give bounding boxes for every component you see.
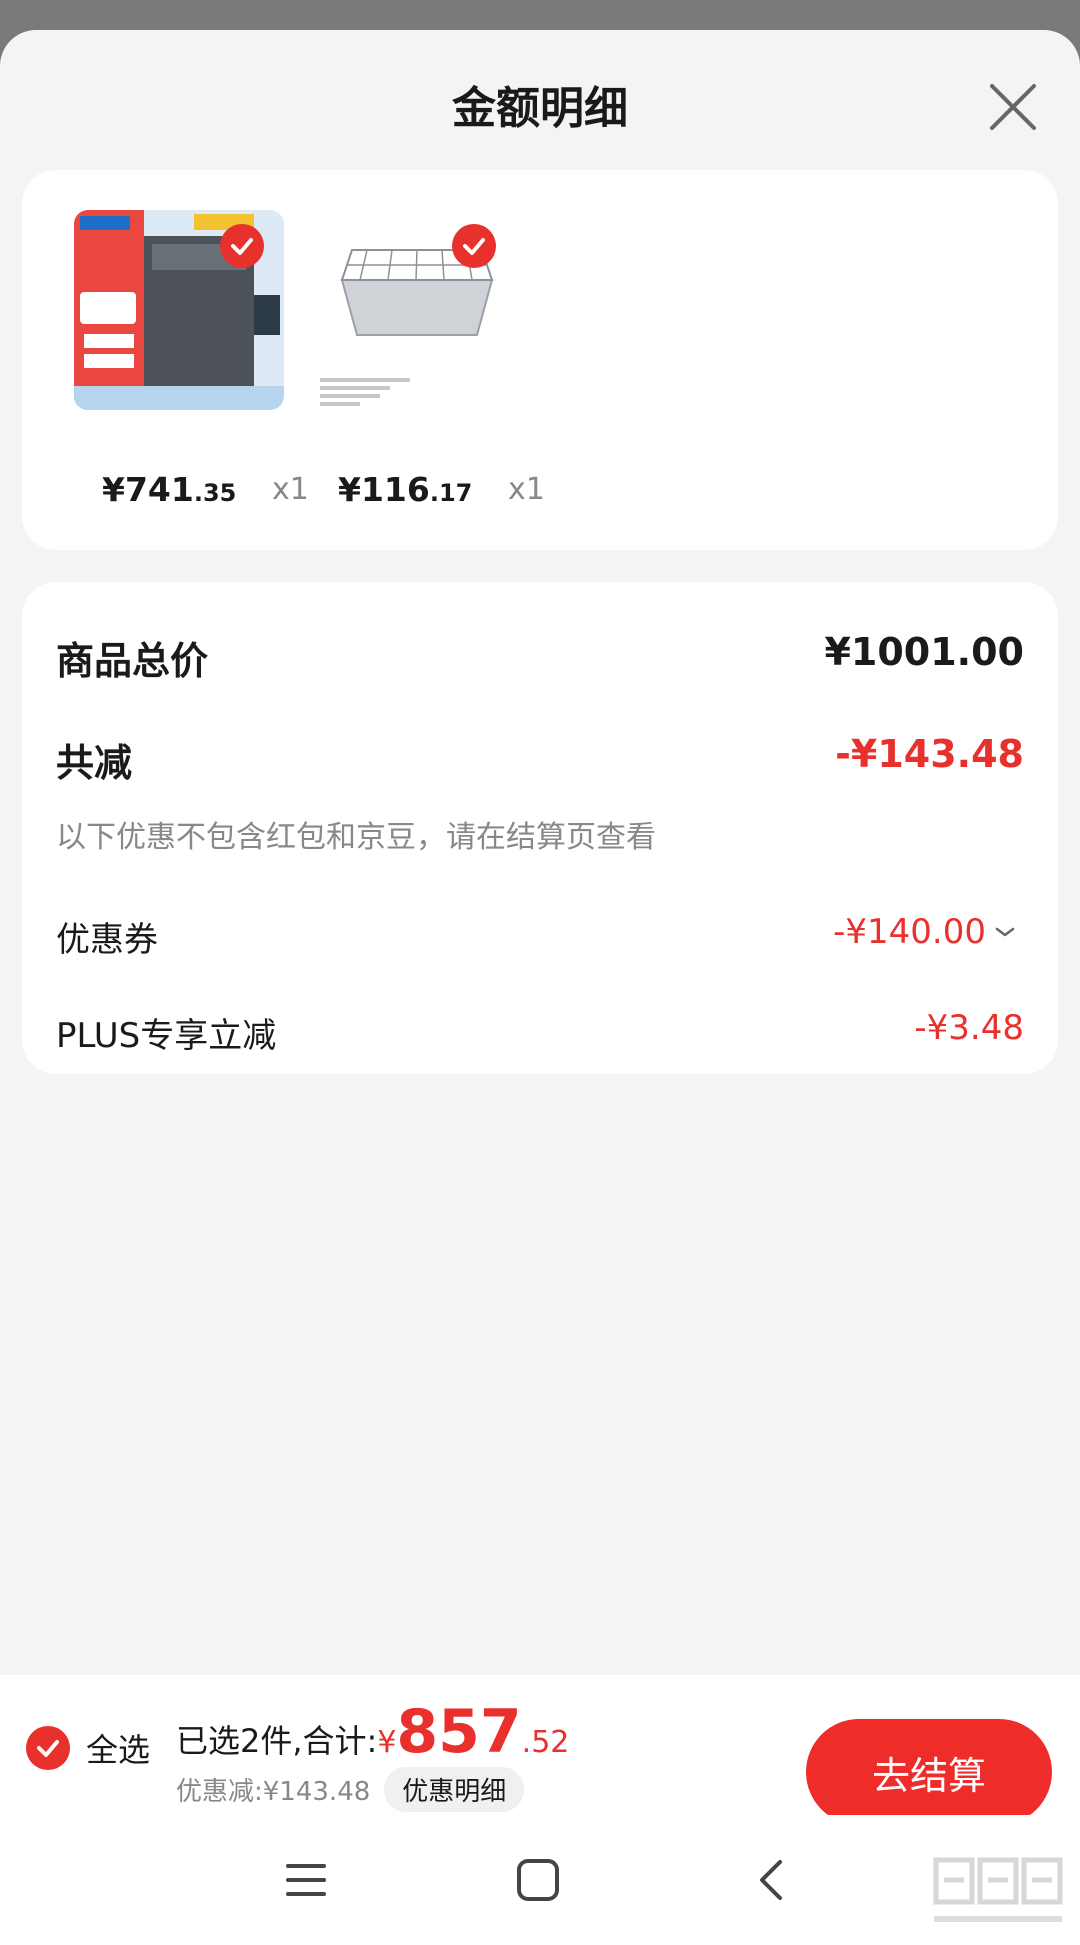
sheet-header: 金额明细: [0, 30, 1080, 172]
close-button[interactable]: [986, 80, 1040, 134]
total-currency: ¥: [377, 1725, 397, 1760]
selected-total: 已选2件,合计:¥857.52: [176, 1697, 569, 1767]
amount-detail-sheet: 金额明细 ¥741.35 x1 ¥116.17 x1 商品总价 ¥1001.00…: [0, 30, 1080, 1945]
checkmark-icon: [463, 238, 485, 255]
checkout-button[interactable]: 去结算: [806, 1719, 1052, 1825]
coupon-label: 优惠券: [56, 920, 158, 960]
product-price: ¥116.17: [338, 470, 472, 509]
menu-button[interactable]: [276, 1850, 336, 1910]
discount-line: 优惠减:¥143.48 优惠明细: [176, 1767, 525, 1812]
total-price-value: ¥1001.00: [824, 630, 1024, 674]
price-summary-card: 商品总价 ¥1001.00 共减 -¥143.48 以下优惠不包含红包和京豆，请…: [22, 582, 1058, 1074]
chevron-down-icon: [995, 927, 1015, 937]
price-integer: ¥116: [338, 470, 430, 509]
product-checkbox[interactable]: [452, 224, 496, 268]
page-title: 金额明细: [452, 83, 628, 134]
select-all-label: 全选: [86, 1731, 151, 1769]
price-integer: ¥741: [102, 470, 194, 509]
discount-detail-button[interactable]: 优惠明细: [384, 1767, 525, 1812]
product-quantity: x1: [272, 472, 309, 507]
price-decimal: .17: [429, 479, 473, 507]
product-list-card: ¥741.35 x1 ¥116.17 x1: [22, 170, 1058, 550]
menu-icon: [286, 1864, 326, 1896]
select-all-checkbox[interactable]: [26, 1726, 70, 1770]
close-icon: [990, 84, 1036, 130]
select-all-toggle[interactable]: 全选: [26, 1725, 156, 1771]
product-item[interactable]: ¥116.17 x1: [312, 210, 545, 509]
back-icon: [760, 1860, 782, 1900]
total-decimal: .52: [521, 1725, 570, 1760]
home-icon: [517, 1859, 559, 1901]
checkout-footer: 全选 已选2件,合计:¥857.52 优惠减:¥143.48 优惠明细 去结算: [0, 1675, 1080, 1825]
checkmark-icon: [231, 238, 253, 255]
total-integer: 857: [396, 1697, 522, 1767]
coupon-value-toggle[interactable]: -¥140.00: [833, 912, 1016, 952]
plus-discount-value: -¥3.48: [914, 1008, 1024, 1048]
discount-amount: 优惠减:¥143.48: [176, 1777, 371, 1807]
total-price-label: 商品总价: [56, 639, 209, 683]
total-reduction-value: -¥143.48: [835, 732, 1024, 776]
product-price: ¥741.35: [102, 470, 236, 509]
back-button[interactable]: [742, 1850, 802, 1910]
price-decimal: .35: [193, 479, 237, 507]
coupon-value: -¥140.00: [833, 912, 986, 952]
checkmark-icon: [37, 1740, 59, 1757]
product-checkbox[interactable]: [220, 224, 264, 268]
total-reduction-label: 共减: [56, 741, 133, 785]
home-button[interactable]: [508, 1850, 568, 1910]
plus-discount-label: PLUS专享立减: [56, 1016, 277, 1056]
system-nav-bar: [0, 1815, 1080, 1945]
selected-count-text: 已选2件,合计:: [176, 1722, 378, 1760]
watermark-logo: [930, 1850, 1070, 1940]
product-quantity: x1: [508, 472, 545, 507]
discount-note: 以下优惠不包含红包和京豆，请在结算页查看: [56, 820, 656, 855]
product-item[interactable]: ¥741.35 x1: [74, 210, 309, 509]
